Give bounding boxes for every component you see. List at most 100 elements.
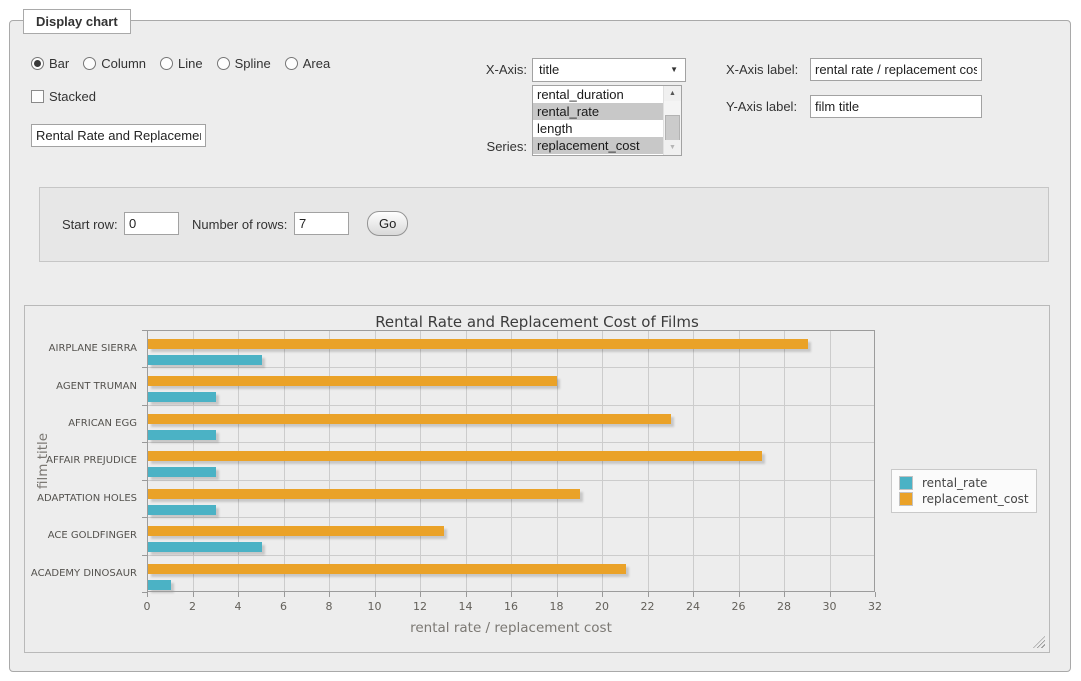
x-tick-label: 32: [860, 600, 890, 613]
number-of-rows-label: Number of rows:: [192, 217, 287, 232]
series-option[interactable]: replacement_cost: [533, 137, 681, 154]
x-tick-mark: [193, 592, 194, 597]
start-row-input[interactable]: [124, 212, 179, 235]
radio-area[interactable]: Area: [285, 56, 330, 71]
radio-column-button[interactable]: [83, 57, 96, 70]
listbox-scrollbar[interactable]: ▲ ▼: [663, 86, 681, 155]
plot-border: [147, 330, 875, 592]
x-tick-label: 22: [633, 600, 663, 613]
x-tick-mark: [466, 592, 467, 597]
start-row-label: Start row:: [62, 217, 118, 232]
page: Display chart Bar Column Line Spline Are…: [0, 0, 1081, 681]
category-label: ACE GOLDFINGER: [25, 517, 137, 554]
chart-title: Rental Rate and Replacement Cost of Film…: [25, 313, 1049, 331]
xaxis-label-input[interactable]: [810, 58, 982, 81]
x-tick-mark: [329, 592, 330, 597]
radio-column[interactable]: Column: [83, 56, 146, 71]
series-option[interactable]: length: [533, 120, 681, 137]
radio-line-label: Line: [178, 56, 203, 71]
x-tick-mark: [875, 592, 876, 597]
category-label: AFFAIR PREJUDICE: [25, 442, 137, 479]
category-label: AIRPLANE SIERRA: [25, 330, 137, 367]
number-of-rows-input[interactable]: [294, 212, 349, 235]
yaxis-label-field-label: Y-Axis label:: [726, 99, 810, 114]
scroll-down-icon[interactable]: ▼: [664, 140, 681, 155]
series-select-label: Series:: [422, 139, 527, 154]
x-tick-label: 26: [724, 600, 754, 613]
scroll-up-icon[interactable]: ▲: [664, 86, 681, 101]
radio-bar-button[interactable]: [31, 57, 44, 70]
x-tick-label: 10: [360, 600, 390, 613]
y-tick-mark: [142, 592, 147, 593]
legend-item: replacement_cost: [899, 492, 1029, 506]
xaxis-label-field-label: X-Axis label:: [726, 62, 810, 77]
xaxis-select[interactable]: title ▼: [532, 58, 686, 82]
x-tick-label: 18: [542, 600, 572, 613]
x-tick-label: 6: [269, 600, 299, 613]
series-option[interactable]: rental_rate: [533, 103, 681, 120]
legend-label: replacement_cost: [922, 492, 1029, 506]
fieldset-legend: Display chart: [23, 9, 131, 34]
x-tick-mark: [648, 592, 649, 597]
radio-area-button[interactable]: [285, 57, 298, 70]
stacked-checkbox[interactable]: [31, 90, 44, 103]
xaxis-selected-value: title: [539, 62, 559, 77]
resize-handle-icon[interactable]: [1033, 636, 1045, 648]
category-label: AFRICAN EGG: [25, 405, 137, 442]
x-tick-label: 8: [314, 600, 344, 613]
x-tick-label: 2: [178, 600, 208, 613]
radio-bar-label: Bar: [49, 56, 69, 71]
x-tick-mark: [693, 592, 694, 597]
xaxis-select-label: X-Axis:: [422, 62, 527, 77]
x-tick-label: 20: [587, 600, 617, 613]
chart-type-radio-group: Bar Column Line Spline Area: [31, 56, 330, 71]
x-tick-mark: [602, 592, 603, 597]
x-tick-mark: [420, 592, 421, 597]
stacked-option[interactable]: Stacked: [31, 89, 96, 104]
x-tick-mark: [375, 592, 376, 597]
radio-area-label: Area: [303, 56, 330, 71]
x-tick-mark: [238, 592, 239, 597]
legend-swatch-icon: [899, 476, 913, 490]
x-axis-title: rental rate / replacement cost: [147, 620, 875, 636]
radio-spline-label: Spline: [235, 56, 271, 71]
display-chart-fieldset: Display chart Bar Column Line Spline Are…: [9, 20, 1071, 672]
radio-line-button[interactable]: [160, 57, 173, 70]
x-tick-label: 4: [223, 600, 253, 613]
x-tick-label: 28: [769, 600, 799, 613]
x-tick-label: 16: [496, 600, 526, 613]
x-tick-label: 14: [451, 600, 481, 613]
x-tick-mark: [147, 592, 148, 597]
legend-swatch-icon: [899, 492, 913, 506]
x-tick-mark: [830, 592, 831, 597]
scrollbar-thumb[interactable]: [665, 115, 680, 142]
series-option[interactable]: rental_duration: [533, 86, 681, 103]
x-tick-label: 12: [405, 600, 435, 613]
chart-container: Rental Rate and Replacement Cost of Film…: [24, 305, 1050, 653]
go-button[interactable]: Go: [367, 211, 408, 236]
radio-bar[interactable]: Bar: [31, 56, 69, 71]
radio-line[interactable]: Line: [160, 56, 203, 71]
chevron-down-icon: ▼: [670, 59, 678, 81]
x-tick-mark: [784, 592, 785, 597]
x-tick-mark: [511, 592, 512, 597]
x-tick-label: 24: [678, 600, 708, 613]
chart-legend: rental_rate replacement_cost: [891, 469, 1037, 513]
row-range-panel: Start row: Number of rows: Go: [39, 187, 1049, 262]
stacked-label: Stacked: [49, 89, 96, 104]
radio-spline-button[interactable]: [217, 57, 230, 70]
x-tick-mark: [739, 592, 740, 597]
legend-label: rental_rate: [922, 476, 987, 490]
x-tick-label: 30: [815, 600, 845, 613]
radio-column-label: Column: [101, 56, 146, 71]
radio-spline[interactable]: Spline: [217, 56, 271, 71]
category-label: ADAPTATION HOLES: [25, 480, 137, 517]
legend-item: rental_rate: [899, 476, 1029, 490]
yaxis-label-input[interactable]: [810, 95, 982, 118]
series-listbox[interactable]: rental_duration rental_rate length repla…: [532, 85, 682, 156]
category-label: ACADEMY DINOSAUR: [25, 555, 137, 592]
x-tick-mark: [557, 592, 558, 597]
chart-title-input[interactable]: [31, 124, 206, 147]
category-label: AGENT TRUMAN: [25, 367, 137, 404]
x-tick-label: 0: [132, 600, 162, 613]
